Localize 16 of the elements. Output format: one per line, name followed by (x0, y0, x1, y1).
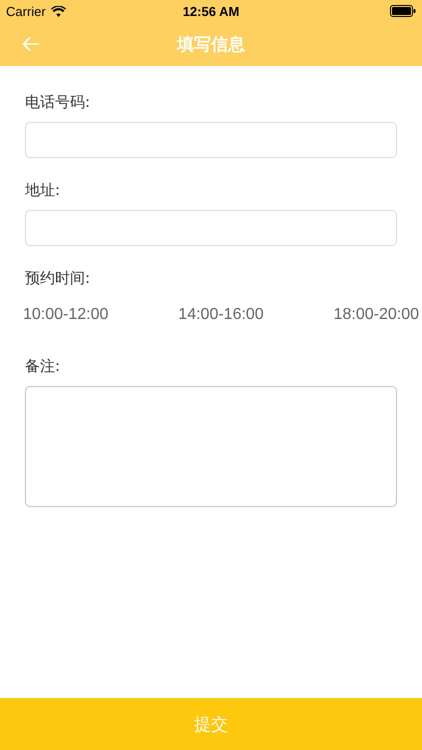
field-label: 预约时间: (25, 268, 92, 288)
input-field[interactable] (25, 210, 397, 246)
input-field[interactable] (25, 122, 397, 158)
page-title: 填写信息 (176, 34, 246, 56)
field-label: 备注: (25, 356, 62, 376)
wifi-icon (50, 6, 66, 16)
status-time: 12:56 AM (182, 4, 240, 18)
time-slot[interactable]: 14:00-16:00 (178, 306, 264, 324)
battery-icon (390, 5, 416, 17)
field-label: 电话号码: (25, 92, 92, 112)
field-label: 地址: (25, 180, 62, 200)
notes-field[interactable] (25, 386, 397, 507)
time-slot[interactable]: 10:00-12:00 (23, 306, 108, 324)
carrier-label: Carrier (6, 4, 46, 18)
back-arrow-icon[interactable] (22, 36, 40, 52)
time-slot[interactable]: 18:00-20:00 (334, 306, 419, 324)
